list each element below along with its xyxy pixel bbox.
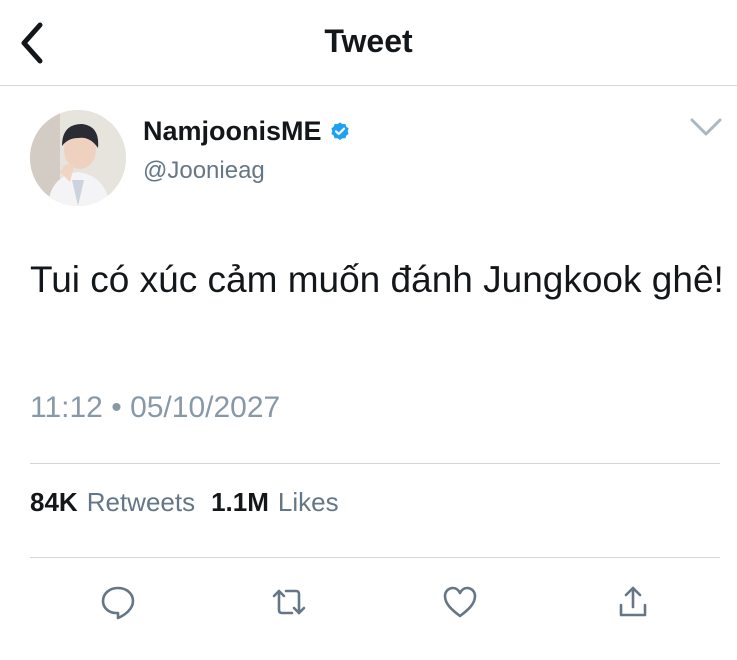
reply-button[interactable]: [96, 580, 140, 624]
more-options-button[interactable]: [686, 112, 726, 140]
tweet-date: 05/10/2027: [130, 391, 281, 424]
retweet-icon: [272, 589, 306, 615]
chevron-down-icon: [690, 118, 722, 136]
retweets-count[interactable]: 84K: [30, 487, 78, 518]
verified-badge-icon: [330, 121, 349, 140]
avatar[interactable]: [30, 110, 126, 206]
share-icon: [619, 586, 647, 617]
reply-icon: [101, 586, 135, 620]
divider: [30, 557, 720, 558]
retweet-button[interactable]: [267, 580, 311, 624]
tweet-stats: 84K Retweets 1.1M Likes: [30, 487, 355, 518]
author-name-text: NamjoonisME: [143, 116, 322, 146]
divider: [30, 463, 720, 464]
author-display-name[interactable]: NamjoonisME: [143, 116, 351, 147]
timestamp-separator: •: [111, 391, 122, 424]
share-button[interactable]: [611, 580, 655, 624]
tweet-timestamp: 11:12 • 05/10/2027: [30, 391, 280, 425]
retweets-label[interactable]: Retweets: [87, 487, 195, 518]
author-handle[interactable]: @Joonieag: [143, 157, 265, 185]
avatar-photo: [30, 110, 126, 206]
like-icon: [443, 586, 477, 618]
likes-label[interactable]: Likes: [278, 487, 339, 518]
tweet-time: 11:12: [30, 391, 103, 424]
tweet-text: Tui có xúc cảm muốn đánh Jungkook ghê!: [30, 259, 724, 300]
top-bar: Tweet: [0, 0, 737, 86]
page-title: Tweet: [324, 23, 413, 59]
like-button[interactable]: [438, 580, 482, 624]
likes-count[interactable]: 1.1M: [211, 487, 269, 518]
